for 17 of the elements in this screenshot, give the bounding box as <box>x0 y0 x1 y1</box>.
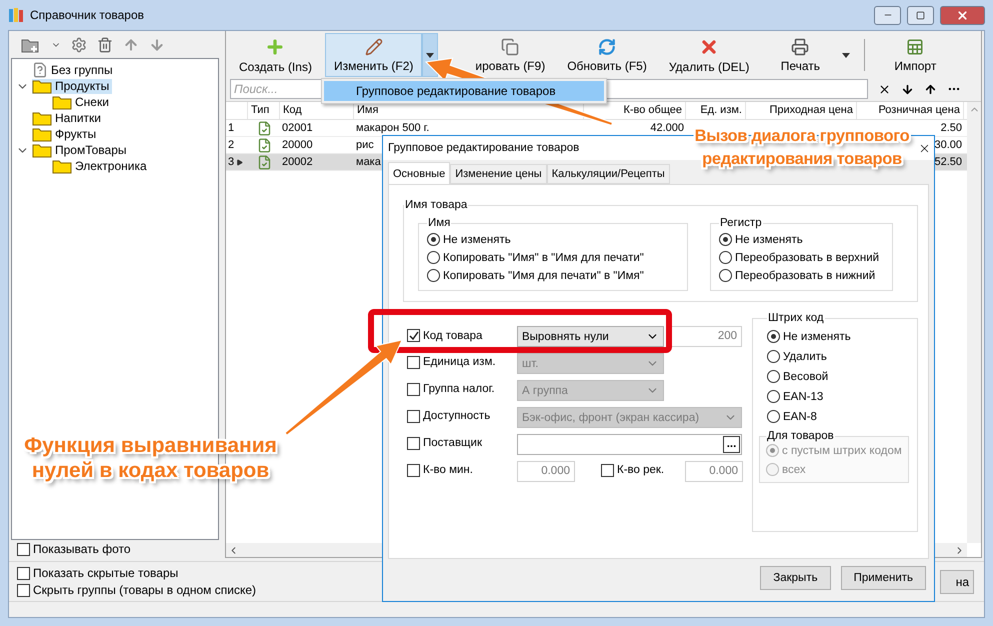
group-title: Имя <box>427 217 452 229</box>
group-title: Регистр <box>719 217 763 229</box>
table-cell-text: мака <box>356 155 381 170</box>
group-title: Имя товара <box>404 199 468 211</box>
table-cell-text: 20002 <box>282 155 313 170</box>
dialog-title: Групповое редактирование товаров <box>388 142 580 154</box>
table-cell-text: 20000 <box>282 138 313 153</box>
table-cell-text: 02001 <box>282 121 313 136</box>
table-cell-text: 42.000 <box>650 121 684 136</box>
group-title: Для товаров <box>766 430 835 442</box>
table-cell-text: 30.00 <box>934 138 962 153</box>
table-cell-text: 52.50 <box>934 155 962 170</box>
table-cell-text: рис <box>356 138 374 153</box>
table-cell-text: макарон 500 г. <box>356 121 430 136</box>
table-cell-text: 2.50 <box>940 121 962 136</box>
window-title: Справочник товаров <box>30 8 145 22</box>
group-title: Штрих код <box>767 312 825 324</box>
